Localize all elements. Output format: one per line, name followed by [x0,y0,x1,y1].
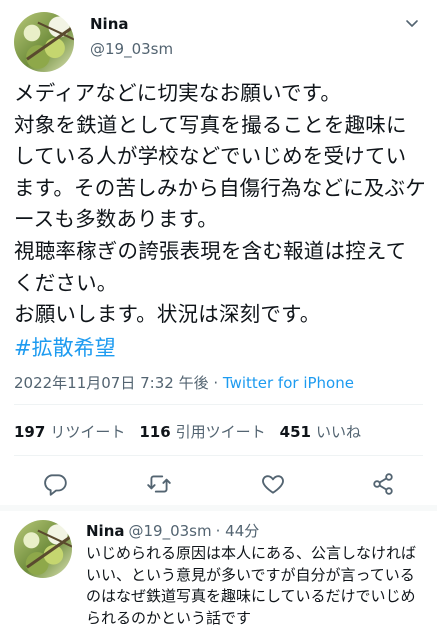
tweet-timestamp[interactable]: 2022年11月07日 7:32 午後 [14,374,209,392]
author-name[interactable]: Nina [90,15,129,33]
author-handle[interactable]: @19_03sm [90,40,173,58]
hashtag-link[interactable]: #拡散希望 [14,332,116,362]
tweet-stats: 197 リツイート 116 引用ツイート 451 いいね [14,421,375,442]
reply-time[interactable]: · 44分 [216,522,260,540]
likes-count: 451 [279,423,311,441]
section-divider [0,505,437,511]
share-icon[interactable] [370,471,396,497]
retweets-stat[interactable]: 197 リツイート [14,421,125,442]
quotes-label: 引用ツイート [175,423,266,441]
likes-stat[interactable]: 451 いいね [280,421,361,442]
reply-author-name[interactable]: Nina [86,522,125,540]
divider [14,404,423,405]
meta-separator: · [208,374,223,392]
tweet-text: メディアなどに切実なお願いです。 対象を鉄道として写真を撮ることを趣味にしている… [14,81,426,327]
heart-icon[interactable] [260,471,286,497]
reply-icon[interactable] [42,471,68,497]
divider [14,455,423,456]
reply-author-handle[interactable]: @19_03sm [129,522,212,540]
client-link[interactable]: Twitter for iPhone [223,374,354,392]
retweet-icon[interactable] [146,471,172,497]
quotes-count: 116 [139,423,171,441]
retweets-count: 197 [14,423,46,441]
tweet-meta: 2022年11月07日 7:32 午後 · Twitter for iPhone [14,372,354,393]
reply-header: Nina @19_03sm · 44分 [86,520,259,541]
likes-label: いいね [315,423,361,441]
reply-text: いじめられる原因は本人にある、公言しなければいい、という意見が多いですが自分が言… [86,544,417,627]
reply-author-avatar[interactable] [14,520,72,578]
chevron-down-icon[interactable] [401,12,423,34]
quotes-stat[interactable]: 116 引用ツイート [139,421,265,442]
retweets-label: リツイート [50,423,126,441]
tweet-actions [0,466,437,500]
author-avatar[interactable] [14,12,74,72]
